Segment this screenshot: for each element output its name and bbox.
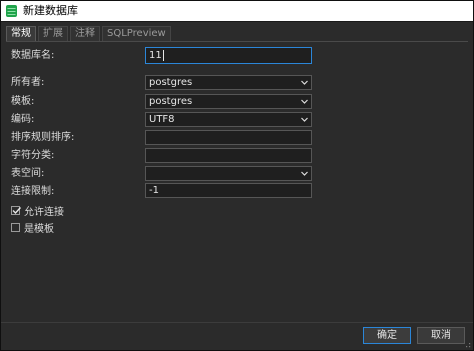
encoding-value: UTF8 [149,114,175,125]
tab-divider [6,41,468,42]
encoding-select[interactable]: UTF8 [145,112,312,127]
tab-bar: 常规 扩展 注释 SQLPreview [6,26,173,41]
owner-select[interactable]: postgres [145,75,312,90]
tab-sql-preview[interactable]: SQLPreview [102,26,171,41]
conn-limit-value: -1 [149,185,159,196]
tablespace-label: 表空间: [11,168,45,179]
ctype-label: 字符分类: [11,150,55,161]
chevron-down-icon [301,80,308,85]
checkmark-icon [12,206,22,214]
template-select[interactable]: postgres [145,94,312,109]
owner-value: postgres [149,77,193,88]
template-label: 模板: [11,96,35,107]
title-bar[interactable]: 新建数据库 [1,1,473,22]
chevron-down-icon [301,117,308,122]
allow-connections-checkbox[interactable]: 允许连接 [11,204,64,218]
is-template-label: 是模板 [24,223,54,235]
allow-connections-label: 允许连接 [24,206,64,218]
ctype-input[interactable] [145,148,312,163]
resize-grip-icon[interactable] [463,340,471,348]
owner-label: 所有者: [11,77,45,88]
checkbox-unchecked[interactable] [11,222,20,232]
chevron-down-icon [301,99,308,104]
new-database-dialog: 新建数据库 常规 扩展 注释 SQLPreview 数据库名: 11 所有者: … [0,0,474,351]
ok-button[interactable]: 确定 [363,327,411,344]
tab-general[interactable]: 常规 [6,26,36,41]
db-name-value: 11 [149,50,162,61]
cancel-button[interactable]: 取消 [417,327,465,344]
encoding-label: 编码: [11,114,35,125]
db-name-label: 数据库名: [11,50,55,61]
footer-divider [1,322,473,323]
chevron-down-icon [301,171,308,176]
tab-extensions[interactable]: 扩展 [38,26,68,41]
db-name-input[interactable]: 11 [145,47,312,64]
template-value: postgres [149,96,193,107]
tab-comment[interactable]: 注释 [70,26,100,41]
checkbox-checked[interactable] [11,205,22,215]
is-template-checkbox[interactable]: 是模板 [11,221,54,235]
window-title: 新建数据库 [23,4,78,17]
conn-limit-label: 连接限制: [11,186,55,197]
tablespace-select[interactable] [145,166,312,181]
database-icon [6,5,17,17]
conn-limit-input[interactable]: -1 [145,183,312,198]
collation-label: 排序规则排序: [11,132,75,143]
collation-input[interactable] [145,130,312,145]
text-caret [162,49,164,61]
